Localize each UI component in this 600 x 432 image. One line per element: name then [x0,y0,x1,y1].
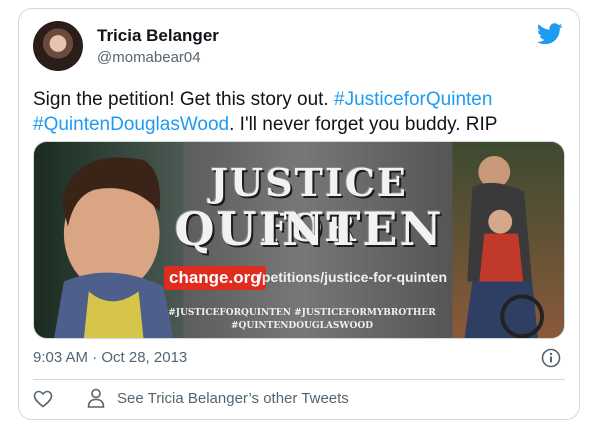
banner-hashtags-line2: #QUINTENDOUGLASWOOD [230,321,374,331]
tweet-card: Tricia Belanger @momabear04 Sign the pet… [18,8,580,420]
author-handle[interactable]: @momabear04 [97,49,201,66]
twitter-bird-icon[interactable] [537,23,563,45]
divider [33,379,565,380]
tweet-image[interactable]: JUSTICE FOR QUINTEN change.org /petition… [33,141,565,339]
hashtag-link-justiceforquinten[interactable]: #JusticeforQuinten [334,89,492,110]
avatar[interactable] [33,21,83,71]
hashtag-link-quintendouglaswood[interactable]: #QuintenDouglasWood [33,114,229,135]
heart-icon[interactable] [33,390,53,408]
timestamp[interactable]: 9:03 AM · Oct 28, 2013 [33,349,187,366]
banner-hashtags-line1: #JUSTICEFORQUINTEN #JUSTICEFORMYBROTHER [168,308,436,318]
info-icon[interactable] [541,348,561,368]
other-tweets-link[interactable]: See Tricia Belanger’s other Tweets [87,388,349,408]
person-icon [87,388,105,408]
tweet-text: Sign the petition! Get this story out. #… [33,87,569,137]
tweet-text-part1: Sign the petition! Get this story out. [33,89,334,110]
banner-title-line2: QUINTEN [174,202,444,256]
change-org-badge: change.org [164,266,266,290]
petition-url: /petitions/justice-for-quinten [258,269,447,285]
other-tweets-label: See Tricia Belanger’s other Tweets [117,389,349,407]
author-name[interactable]: Tricia Belanger [97,26,219,46]
tweet-text-part2: . I'll never forget you buddy. RIP [229,114,498,135]
